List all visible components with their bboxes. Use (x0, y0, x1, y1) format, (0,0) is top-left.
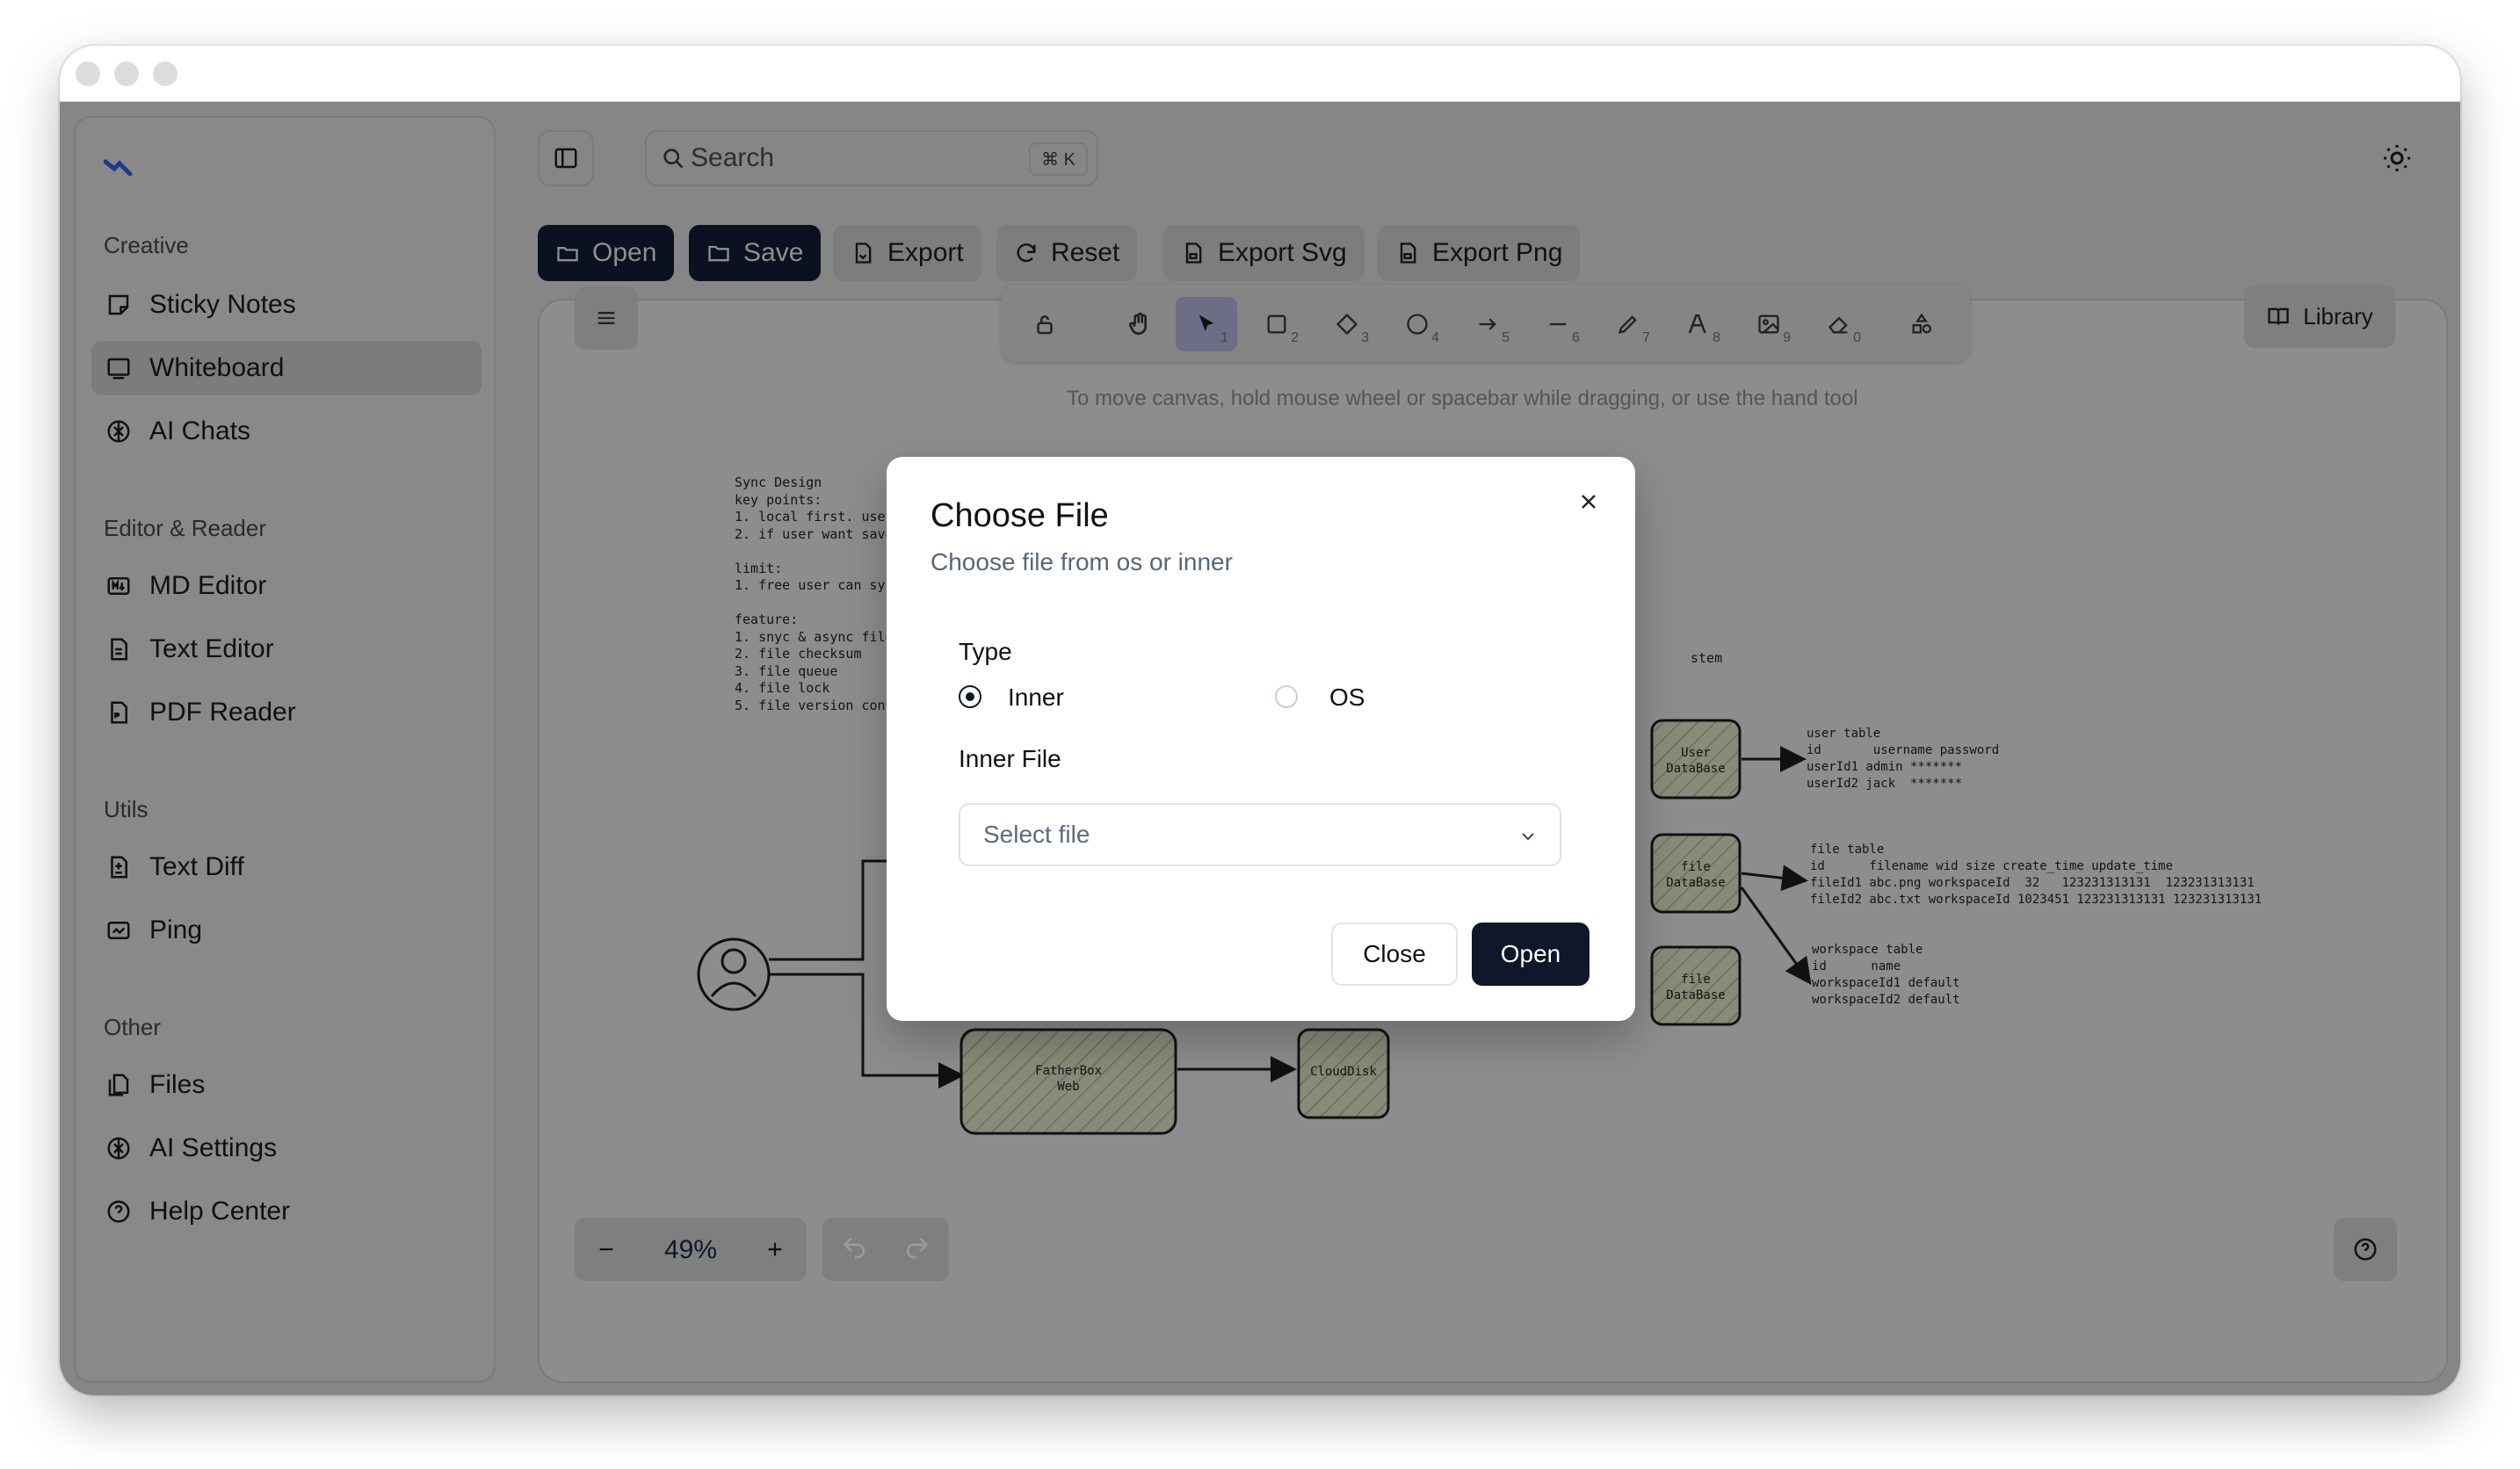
user-database-node: User DataBase (1666, 746, 1726, 776)
choose-file-dialog: Choose File Choose file from os or inner… (887, 457, 1635, 1021)
dialog-subtitle: Choose file from os or inner (931, 548, 1233, 575)
undo-icon (843, 1237, 865, 1259)
type-label: Type (959, 638, 1012, 665)
undo-button[interactable] (840, 1234, 870, 1268)
app-window: Creative Sticky Notes Whiteboard AI Chat… (60, 46, 2460, 1395)
dialog-title: Choose File (931, 497, 1109, 534)
fatherbox-web-node: FatherBox Web (1035, 1064, 1102, 1094)
inner-file-select[interactable]: Select file (959, 803, 1561, 866)
file-table-note: file table id filename wid size create_t… (1810, 843, 2263, 907)
close-button[interactable]: Close (1331, 923, 1458, 986)
zoom-in-button[interactable] (756, 1230, 794, 1269)
plus-icon (768, 1242, 782, 1256)
redo-button[interactable] (902, 1234, 931, 1268)
undo-redo-controls (822, 1218, 949, 1281)
chevron-down-icon (1522, 833, 1534, 841)
dialog-close-icon[interactable] (1574, 487, 1604, 517)
radio-inner[interactable] (959, 685, 981, 708)
workspace-table-note: workspace table id name workspaceId1 def… (1812, 943, 1960, 1007)
radio-inner-label[interactable]: Inner (1008, 684, 1064, 712)
redo-icon (906, 1237, 929, 1259)
select-placeholder: Select file (983, 821, 1090, 848)
radio-os[interactable] (1275, 685, 1298, 708)
radio-os-label[interactable]: OS (1329, 684, 1365, 712)
canvas-help-button[interactable] (2334, 1218, 2397, 1281)
user-table-note: user table id username password userId1 … (1807, 727, 2000, 791)
open-file-button[interactable]: Open (1472, 923, 1589, 986)
help-icon (2354, 1238, 2377, 1261)
close-icon (1582, 495, 1596, 509)
clouddisk-node: CloudDisk (1310, 1065, 1377, 1079)
file-database-node: file DataBase (1666, 860, 1726, 890)
file-database-node-2: file DataBase (1666, 973, 1726, 1002)
zoom-controls: 49% (575, 1218, 807, 1281)
inner-file-label: Inner File (959, 745, 1061, 772)
